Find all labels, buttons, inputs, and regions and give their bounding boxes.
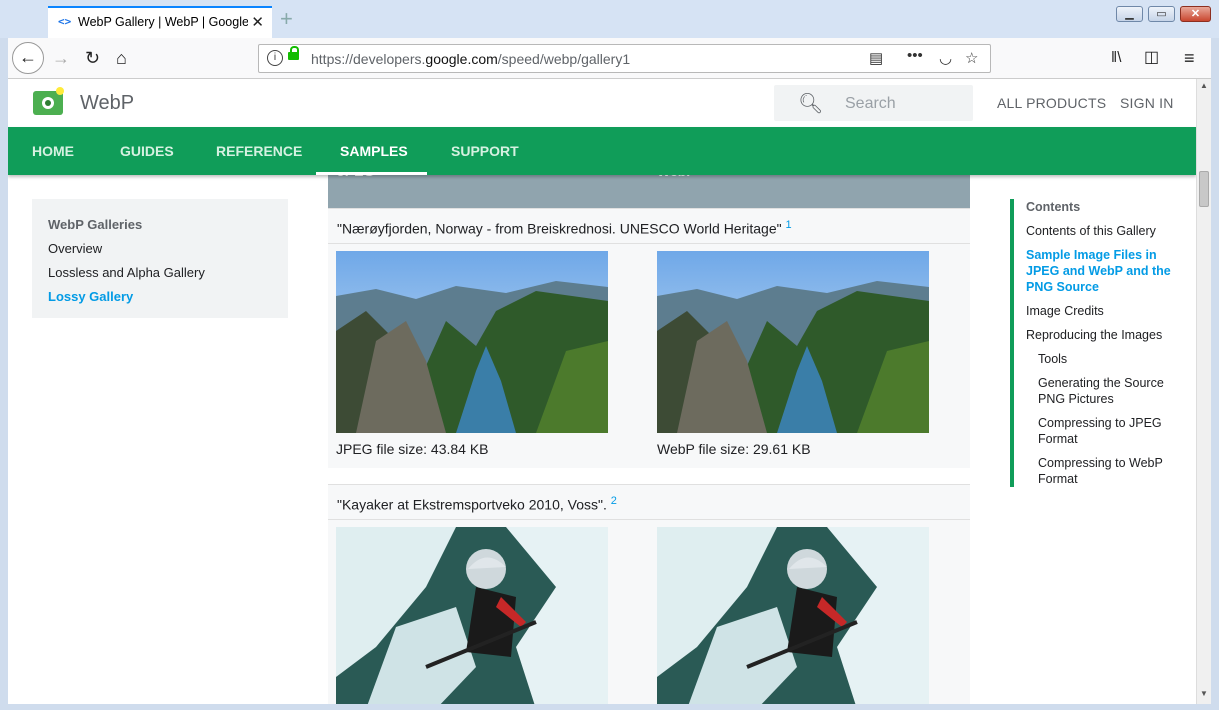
reader-view-icon[interactable]: ▤: [869, 49, 883, 67]
tab-support[interactable]: SUPPORT: [451, 143, 519, 159]
forward-button[interactable]: →: [52, 47, 70, 69]
url-path: /speed/webp/gallery1: [497, 51, 631, 67]
url-domain: google.com: [425, 51, 498, 67]
tab-home[interactable]: HOME: [32, 143, 74, 159]
fjord-photo-jpeg: [336, 251, 608, 433]
jpeg-file-size: JPEG file size: 43.84 KB: [336, 441, 489, 457]
toc-heading: Contents: [1026, 200, 1081, 214]
gallery-table: JPEG WebP "Nærøyfjorden, Norway - from B…: [328, 163, 970, 704]
leftnav-heading[interactable]: WebP Galleries: [48, 217, 142, 232]
webp-image: [657, 527, 929, 704]
table-header: JPEG WebP: [328, 163, 970, 209]
new-tab-button[interactable]: +: [280, 8, 293, 30]
back-arrow-icon: ←: [19, 47, 37, 67]
webp-image: [657, 251, 929, 433]
navigation-toolbar: ← → ↻ ⌂ i https://developers.google.com/…: [8, 38, 1211, 79]
tab-samples[interactable]: SAMPLES: [340, 143, 408, 159]
brand-name[interactable]: WebP: [80, 92, 134, 115]
window-close-button[interactable]: ✕: [1180, 6, 1211, 22]
toc-item[interactable]: Reproducing the Images: [1026, 327, 1162, 343]
favicon-icon: <>: [58, 15, 72, 28]
primary-tabs: HOME GUIDES REFERENCE SAMPLES SUPPORT: [8, 127, 1196, 175]
info-icon[interactable]: i: [267, 50, 283, 66]
kayaker-photo-jpeg: [336, 527, 608, 704]
caption-row: "Nærøyfjorden, Norway - from Breiskredno…: [328, 208, 970, 244]
url-text[interactable]: https://developers.google.com/speed/webp…: [311, 51, 630, 67]
jpeg-image: [336, 527, 608, 704]
url-prefix: https://developers.: [311, 51, 426, 67]
webp-logo-icon[interactable]: [33, 87, 64, 115]
tab-close-icon[interactable]: ✕: [251, 13, 264, 31]
browser-tab[interactable]: <> WebP Gallery | WebP | Google ✕: [48, 6, 272, 38]
sign-in-link[interactable]: SIGN IN: [1120, 95, 1174, 111]
webp-file-size: WebP file size: 29.61 KB: [657, 441, 811, 457]
active-tab-indicator: [316, 172, 427, 175]
toc-subitem[interactable]: Tools: [1038, 351, 1067, 367]
scrollbar-thumb[interactable]: [1199, 171, 1209, 207]
image-row: JPEG file size: 43.84 KB WebP file size:…: [328, 244, 970, 468]
home-button[interactable]: ⌂: [116, 47, 127, 69]
reload-button[interactable]: ↻: [85, 47, 100, 69]
home-icon: ⌂: [116, 48, 127, 68]
tab-guides[interactable]: GUIDES: [120, 143, 174, 159]
reload-icon: ↻: [85, 48, 101, 68]
scroll-up-icon[interactable]: ▲: [1200, 81, 1208, 90]
minimize-button[interactable]: ▁: [1116, 6, 1143, 22]
table-of-contents: Contents Contents of this Gallery Sample…: [1010, 199, 1194, 487]
footnote-link[interactable]: 2: [611, 495, 617, 507]
bookmark-star-icon[interactable]: ☆: [965, 49, 978, 67]
more-actions-icon[interactable]: •••: [907, 47, 923, 64]
toc-item[interactable]: Contents of this Gallery: [1026, 223, 1156, 239]
toc-subitem[interactable]: Generating the Source PNG Pictures: [1038, 375, 1188, 407]
toc-subitem[interactable]: Compressing to WebP Format: [1038, 455, 1178, 487]
page-scrollbar[interactable]: ▲ ▼: [1196, 79, 1211, 704]
image-row: [328, 520, 970, 704]
search-icon[interactable]: 🔍︎: [798, 91, 823, 116]
site-header: WebP 🔍︎ Search ALL PRODUCTS SIGN IN: [8, 79, 1196, 127]
forward-arrow-icon: →: [52, 48, 70, 68]
tab-reference[interactable]: REFERENCE: [216, 143, 302, 159]
minimize-icon: ▁: [1125, 8, 1134, 20]
leftnav-item-lossless[interactable]: Lossless and Alpha Gallery: [48, 265, 205, 280]
web-page: WebP 🔍︎ Search ALL PRODUCTS SIGN IN HOME…: [8, 79, 1196, 704]
pocket-icon[interactable]: ◡: [939, 49, 952, 67]
toc-subitem[interactable]: Compressing to JPEG Format: [1038, 415, 1178, 447]
image-caption: "Kayaker at Ekstremsportveko 2010, Voss"…: [337, 496, 607, 513]
toc-item[interactable]: Image Credits: [1026, 303, 1104, 319]
maximize-button[interactable]: ▭: [1148, 6, 1175, 22]
lock-icon[interactable]: [288, 46, 299, 60]
scroll-down-icon[interactable]: ▼: [1200, 689, 1208, 698]
menu-icon[interactable]: ≡: [1184, 47, 1195, 69]
window-bottom-border: [0, 704, 1219, 710]
maximize-icon: ▭: [1156, 8, 1167, 20]
jpeg-image: [336, 251, 608, 433]
all-products-link[interactable]: ALL PRODUCTS: [997, 95, 1106, 111]
library-icon[interactable]: ‖\: [1111, 47, 1121, 69]
close-icon: ✕: [1190, 8, 1201, 20]
fjord-photo-webp: [657, 251, 929, 433]
left-navigation: WebP Galleries Overview Lossless and Alp…: [32, 199, 288, 318]
search-input[interactable]: Search: [845, 95, 896, 113]
sidebar-toggle-icon[interactable]: ◫: [1144, 47, 1159, 69]
address-bar[interactable]: i https://developers.google.com/speed/we…: [258, 44, 991, 73]
back-button[interactable]: ←: [12, 42, 44, 74]
caption-row: "Kayaker at Ekstremsportveko 2010, Voss"…: [328, 484, 970, 520]
toc-item-active[interactable]: Sample Image Files in JPEG and WebP and …: [1026, 247, 1176, 295]
tab-title: WebP Gallery | WebP | Google: [78, 15, 248, 29]
site-search[interactable]: 🔍︎ Search: [774, 85, 973, 121]
leftnav-item-lossy[interactable]: Lossy Gallery: [48, 289, 133, 304]
leftnav-item-overview[interactable]: Overview: [48, 241, 102, 256]
kayaker-photo-webp: [657, 527, 929, 704]
footnote-link[interactable]: 1: [785, 219, 791, 231]
image-caption: "Nærøyfjorden, Norway - from Breiskredno…: [337, 220, 782, 237]
